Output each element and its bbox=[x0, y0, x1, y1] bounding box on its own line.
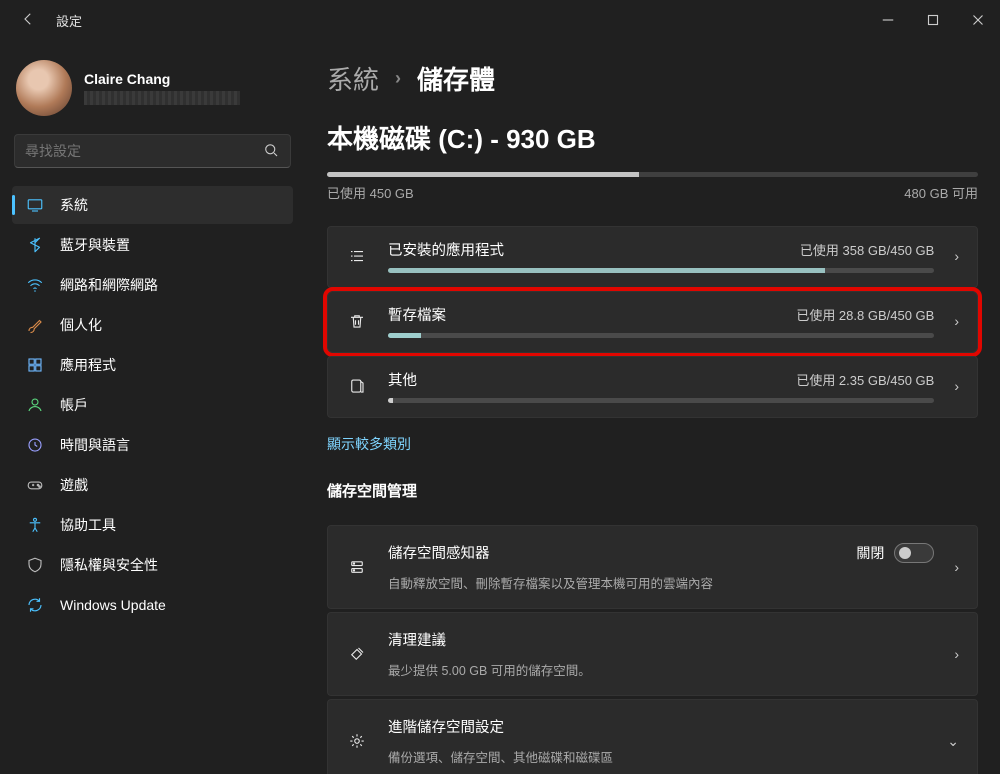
apps-icon bbox=[24, 356, 46, 374]
nav-gaming[interactable]: 遊戲 bbox=[12, 466, 293, 504]
nav-windows-update[interactable]: Windows Update bbox=[12, 586, 293, 624]
mgmt-sub: 自動釋放空間、刪除暫存檔案以及管理本機可用的雲端內容 bbox=[388, 573, 934, 592]
clock-icon bbox=[24, 436, 46, 454]
chevron-right-icon: › bbox=[395, 68, 401, 89]
category-title: 其他 bbox=[388, 369, 417, 390]
nav-label: 隱私權與安全性 bbox=[60, 555, 158, 575]
nav-privacy[interactable]: 隱私權與安全性 bbox=[12, 546, 293, 584]
wifi-icon bbox=[24, 276, 46, 294]
disk-free-label: 480 GB 可用 bbox=[904, 183, 978, 202]
category-used: 已使用 2.35 GB/450 GB bbox=[796, 370, 934, 389]
person-icon bbox=[24, 396, 46, 414]
nav-label: Windows Update bbox=[60, 597, 166, 613]
folder-icon bbox=[344, 377, 370, 395]
gear-icon bbox=[344, 732, 370, 750]
mgmt-title: 清理建議 bbox=[388, 629, 446, 650]
breadcrumb-page: 儲存體 bbox=[417, 60, 495, 97]
disk-title: 本機磁碟 (C:) - 930 GB bbox=[327, 119, 978, 156]
nav-network[interactable]: 網路和網際網路 bbox=[12, 266, 293, 304]
nav-accounts[interactable]: 帳戶 bbox=[12, 386, 293, 424]
chevron-right-icon: › bbox=[952, 313, 961, 329]
nav-label: 協助工具 bbox=[60, 515, 116, 535]
trash-icon bbox=[344, 312, 370, 330]
category-title: 已安裝的應用程式 bbox=[388, 239, 504, 260]
category-title: 暫存檔案 bbox=[388, 304, 446, 325]
sidebar: Claire Chang 系統 藍牙與裝置 網路和網際網路 bbox=[0, 40, 305, 774]
nav-label: 時間與語言 bbox=[60, 435, 130, 455]
category-bar bbox=[388, 268, 934, 273]
chevron-right-icon: › bbox=[952, 646, 961, 662]
chevron-right-icon: › bbox=[952, 378, 961, 394]
nav-label: 個人化 bbox=[60, 315, 102, 335]
shield-icon bbox=[24, 556, 46, 574]
storage-management-title: 儲存空間管理 bbox=[327, 480, 978, 501]
nav-label: 帳戶 bbox=[60, 395, 88, 415]
category-used: 已使用 28.8 GB/450 GB bbox=[796, 305, 934, 324]
mgmt-title: 儲存空間感知器 bbox=[388, 542, 490, 563]
brush-icon bbox=[24, 316, 46, 334]
chevron-down-icon: ⌄ bbox=[945, 733, 961, 750]
profile-email-redacted bbox=[84, 91, 240, 105]
nav-apps[interactable]: 應用程式 bbox=[12, 346, 293, 384]
system-icon bbox=[24, 196, 46, 214]
breadcrumb: 系統 › 儲存體 bbox=[327, 60, 978, 97]
back-button[interactable] bbox=[16, 10, 40, 31]
category-bar bbox=[388, 398, 934, 403]
mgmt-advanced[interactable]: 進階儲存空間設定 備份選項、儲存空間、其他磁碟和磁碟區 ⌄ bbox=[327, 699, 978, 774]
minimize-button[interactable] bbox=[865, 0, 910, 40]
accessibility-icon bbox=[24, 516, 46, 534]
mgmt-sub: 備份選項、儲存空間、其他磁碟和磁碟區 bbox=[388, 747, 927, 766]
mgmt-storage-sense[interactable]: 儲存空間感知器 關閉 自動釋放空間、刪除暫存檔案以及管理本機可用的雲端內容 › bbox=[327, 525, 978, 609]
disk-usage-fill bbox=[327, 172, 639, 177]
chevron-right-icon: › bbox=[952, 248, 961, 264]
category-bar bbox=[388, 333, 934, 338]
profile-name: Claire Chang bbox=[84, 71, 240, 87]
nav-system[interactable]: 系統 bbox=[12, 186, 293, 224]
search-icon bbox=[262, 141, 280, 162]
mgmt-title: 進階儲存空間設定 bbox=[388, 716, 504, 737]
profile[interactable]: Claire Chang bbox=[12, 48, 293, 134]
storage-management: 儲存空間感知器 關閉 自動釋放空間、刪除暫存檔案以及管理本機可用的雲端內容 › … bbox=[327, 525, 978, 774]
show-more-categories-link[interactable]: 顯示較多類別 bbox=[327, 434, 411, 454]
avatar bbox=[16, 60, 72, 116]
category-temp-files[interactable]: 暫存檔案 已使用 28.8 GB/450 GB › bbox=[327, 291, 978, 353]
mgmt-sub: 最少提供 5.00 GB 可用的儲存空間。 bbox=[388, 660, 934, 679]
close-button[interactable] bbox=[955, 0, 1000, 40]
nav-label: 藍牙與裝置 bbox=[60, 235, 130, 255]
nav-label: 應用程式 bbox=[60, 355, 116, 375]
gamepad-icon bbox=[24, 476, 46, 494]
category-installed-apps[interactable]: 已安裝的應用程式 已使用 358 GB/450 GB › bbox=[327, 226, 978, 288]
bluetooth-icon bbox=[24, 236, 46, 254]
nav-bluetooth[interactable]: 藍牙與裝置 bbox=[12, 226, 293, 264]
storage-sense-icon bbox=[344, 558, 370, 576]
nav-time-language[interactable]: 時間與語言 bbox=[12, 426, 293, 464]
maximize-button[interactable] bbox=[910, 0, 955, 40]
storage-sense-toggle[interactable] bbox=[894, 543, 934, 563]
main: 系統 › 儲存體 本機磁碟 (C:) - 930 GB 已使用 450 GB 4… bbox=[305, 40, 1000, 774]
titlebar: 設定 bbox=[0, 0, 1000, 40]
category-other[interactable]: 其他 已使用 2.35 GB/450 GB › bbox=[327, 356, 978, 418]
broom-icon bbox=[344, 645, 370, 663]
apps-list-icon bbox=[344, 247, 370, 265]
nav-list: 系統 藍牙與裝置 網路和網際網路 個人化 應用程式 帳戶 bbox=[12, 186, 293, 624]
nav-label: 系統 bbox=[60, 195, 88, 215]
storage-categories: 已安裝的應用程式 已使用 358 GB/450 GB › 暫存檔案 已使用 28… bbox=[327, 226, 978, 418]
nav-accessibility[interactable]: 協助工具 bbox=[12, 506, 293, 544]
update-icon bbox=[24, 596, 46, 614]
breadcrumb-root[interactable]: 系統 bbox=[327, 60, 379, 97]
nav-label: 網路和網際網路 bbox=[60, 275, 158, 295]
category-used: 已使用 358 GB/450 GB bbox=[800, 240, 934, 259]
chevron-right-icon: › bbox=[952, 559, 961, 575]
toggle-label: 關閉 bbox=[856, 543, 884, 563]
nav-personalization[interactable]: 個人化 bbox=[12, 306, 293, 344]
disk-used-label: 已使用 450 GB bbox=[327, 183, 414, 202]
disk-usage-bar bbox=[327, 172, 978, 177]
search-field[interactable] bbox=[25, 143, 262, 159]
search-input[interactable] bbox=[14, 134, 291, 168]
mgmt-cleanup[interactable]: 清理建議 最少提供 5.00 GB 可用的儲存空間。 › bbox=[327, 612, 978, 696]
nav-label: 遊戲 bbox=[60, 475, 88, 495]
window-title: 設定 bbox=[56, 11, 82, 30]
